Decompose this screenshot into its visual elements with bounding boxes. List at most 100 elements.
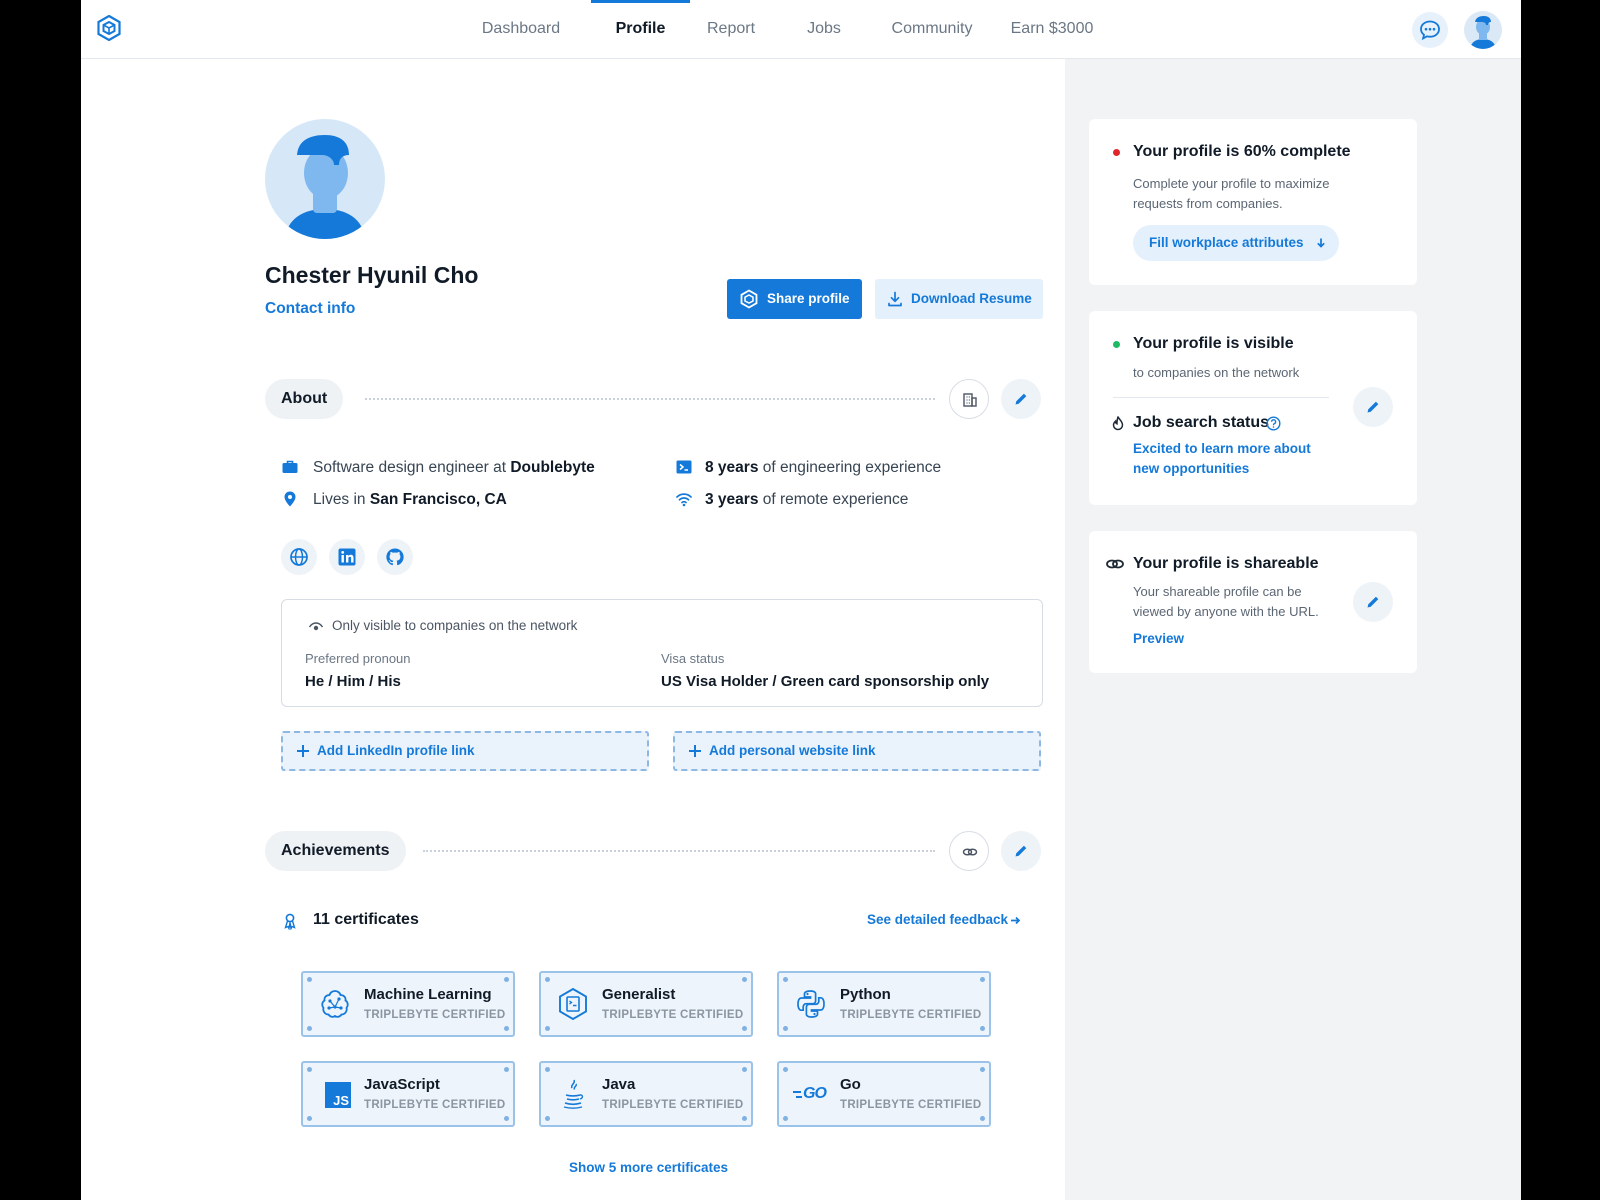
job-search-title: Job search status [1133,414,1270,431]
js-icon: JS [325,1082,351,1108]
edit-about-button[interactable] [1001,379,1041,419]
preview-link[interactable]: Preview [1133,629,1184,649]
download-resume-button[interactable]: Download Resume [875,279,1043,319]
fact-role: Software design engineer at Doublebyte [313,459,595,477]
nav-report[interactable]: Report [701,0,761,59]
add-website-button[interactable]: Add personal website link [673,731,1041,771]
chat-bubble-icon [1420,20,1440,41]
show-more-certificates-link[interactable]: Show 5 more certificates [569,1160,728,1175]
job-search-status-line-1[interactable]: Excited to learn more about [1133,439,1311,459]
download-resume-label: Download Resume [911,291,1032,306]
see-feedback-link[interactable]: See detailed feedback [867,912,1021,927]
profile-complete-text-2: requests from companies. [1133,196,1283,211]
add-linkedin-button[interactable]: Add LinkedIn profile link [281,731,649,771]
fact-eng-years: 8 years [705,459,759,476]
profile-visible-card: Your profile is visible to companies on … [1089,311,1417,505]
certificate-python[interactable]: Python TRIPLEBYTE CERTIFIED [777,971,991,1037]
fact-location: Lives in San Francisco, CA [313,491,507,509]
brain-icon [321,990,349,1018]
profile-complete-card: Your profile is 60% complete Complete yo… [1089,119,1417,285]
certificate-javascript[interactable]: JS JavaScript TRIPLEBYTE CERTIFIED [301,1061,515,1127]
wifi-icon [676,493,692,507]
edit-shareable-button[interactable] [1353,582,1393,622]
link-icon [962,848,978,856]
certificate-badge-icon [284,913,296,930]
share-link-button[interactable] [949,831,989,871]
private-note: Only visible to companies on the network [332,618,578,633]
nav-community[interactable]: Community [887,0,977,59]
achievements-heading: Achievements [265,831,406,871]
fact-location-value: San Francisco, CA [369,491,507,508]
arrow-down-icon [1317,238,1325,248]
fact-company: Doublebyte [510,459,595,476]
terminal-icon [676,460,692,474]
flame-icon [1112,416,1124,431]
github-icon [386,548,404,566]
visa-value: US Visa Holder / Green card sponsorship … [661,673,990,690]
profile-shareable-text-2: viewed by anyone with the URL. [1133,604,1319,619]
pencil-icon [1015,393,1027,405]
pronoun-label: Preferred pronoun [305,651,411,666]
profile-complete-title: Your profile is 60% complete [1133,143,1351,160]
fill-workplace-label: Fill workplace attributes [1149,235,1304,250]
app-window: Dashboard Profile Report Jobs Community … [81,0,1521,1200]
edit-achievements-button[interactable] [1001,831,1041,871]
pencil-icon [1367,596,1379,608]
nav-profile[interactable]: Profile [591,0,690,59]
share-profile-label: Share profile [767,291,850,306]
certificate-go[interactable]: GO Go TRIPLEBYTE CERTIFIED [777,1061,991,1127]
certificate-java[interactable]: Java TRIPLEBYTE CERTIFIED [539,1061,753,1127]
add-website-label: Add personal website link [709,743,876,758]
java-icon [563,1079,584,1109]
profile-avatar [265,119,385,239]
company-view-button[interactable] [949,379,989,419]
fact-role-prefix: Software design engineer at [313,459,511,476]
eye-icon [308,622,324,631]
status-dot-red [1113,149,1120,156]
chat-button[interactable] [1412,12,1448,48]
contact-info-link[interactable]: Contact info [265,300,355,318]
certificate-subtitle: TRIPLEBYTE CERTIFIED [364,1099,506,1111]
certificate-name: Python [840,986,891,1003]
profile-status-sidebar: Your profile is 60% complete Complete yo… [1065,59,1521,1200]
location-pin-icon [284,491,296,507]
user-avatar-menu[interactable] [1464,11,1502,49]
linkedin-icon [338,548,356,566]
js-badge-text: JS [333,1093,349,1108]
edit-visibility-button[interactable] [1353,387,1393,427]
share-profile-button[interactable]: Share profile [727,279,862,319]
profile-shareable-text-1: Your shareable profile can be [1133,584,1302,599]
fact-remote-years: 3 years [705,491,759,508]
profile-shareable-title: Your profile is shareable [1133,555,1319,572]
profile-visible-title: Your profile is visible [1133,335,1294,352]
help-icon[interactable] [1266,416,1281,431]
visa-label: Visa status [661,651,725,666]
nav-earn[interactable]: Earn $3000 [1007,0,1097,59]
person-avatar-icon [285,135,365,239]
linkedin-button[interactable] [329,539,365,575]
certificate-name: Java [602,1076,636,1093]
go-badge-text: GO [803,1085,827,1102]
globe-icon [290,548,308,566]
job-search-status-line-2[interactable]: new opportunities [1133,459,1249,479]
certificate-name: Go [840,1076,861,1093]
website-button[interactable] [281,539,317,575]
nav-dashboard[interactable]: Dashboard [481,0,561,59]
see-feedback-label: See detailed feedback [867,912,1009,927]
private-info-box: Only visible to companies on the network… [281,599,1043,707]
fact-remote-suffix: of remote experience [758,491,909,508]
achievements-divider [423,850,935,852]
certificate-count: 11 certificates [313,911,419,928]
fill-workplace-button[interactable]: Fill workplace attributes [1133,225,1339,261]
certificate-generalist[interactable]: Generalist TRIPLEBYTE CERTIFIED [539,971,753,1037]
certificate-subtitle: TRIPLEBYTE CERTIFIED [364,1009,506,1021]
download-icon [888,291,902,307]
nav-jobs[interactable]: Jobs [803,0,845,59]
briefcase-icon [282,460,298,473]
github-button[interactable] [377,539,413,575]
fact-location-prefix: Lives in [313,491,370,508]
pencil-icon [1015,845,1027,857]
certificate-machine-learning[interactable]: Machine Learning TRIPLEBYTE CERTIFIED [301,971,515,1037]
certificate-name: Machine Learning [364,986,492,1003]
add-linkedin-label: Add LinkedIn profile link [317,743,475,758]
